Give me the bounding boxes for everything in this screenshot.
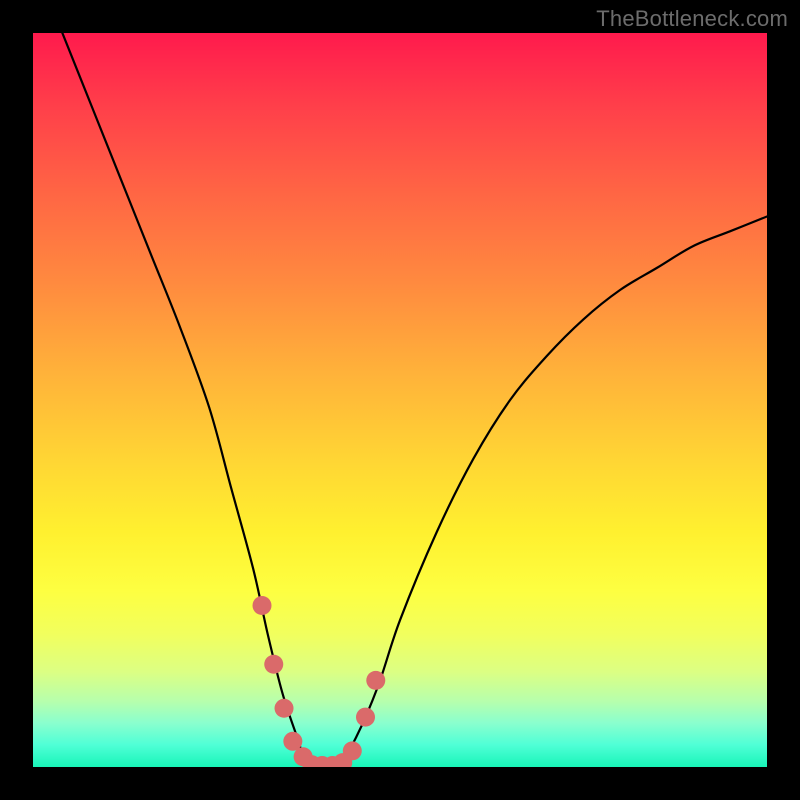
highlight-dot <box>253 596 272 615</box>
plot-area <box>33 33 767 767</box>
highlight-dot <box>264 655 283 674</box>
watermark-text: TheBottleneck.com <box>596 6 788 32</box>
chart-frame: TheBottleneck.com <box>0 0 800 800</box>
chart-svg <box>33 33 767 767</box>
highlight-dot <box>356 708 375 727</box>
highlight-dot <box>366 671 385 690</box>
highlight-dots <box>253 596 386 767</box>
bottleneck-curve <box>62 33 767 767</box>
highlight-dot <box>343 741 362 760</box>
highlight-dot <box>275 699 294 718</box>
